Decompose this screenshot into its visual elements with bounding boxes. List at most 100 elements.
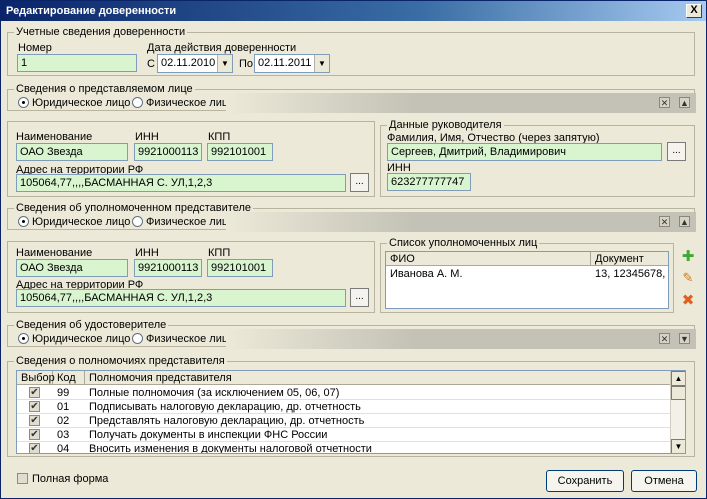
represented-radio-physical[interactable]: Физическое лицо — [132, 97, 234, 110]
power-checkbox[interactable]: ✔ — [29, 415, 40, 426]
auth-inn-input[interactable]: 9921000113 — [134, 259, 202, 277]
table-row[interactable]: ✔ 02 Представлять налоговую декларацию, др… — [17, 414, 670, 428]
persons-section: Список уполномоченных лиц ФИО Документ И… — [380, 237, 674, 313]
to-label: По — [239, 58, 254, 70]
rep-name-input[interactable]: ОАО Звезда — [16, 143, 128, 161]
from-date-value: 02.11.2010 — [161, 57, 216, 69]
represented-legend: Сведения о представляемом лице — [14, 83, 195, 95]
clear-icon[interactable]: ✕ — [659, 216, 670, 227]
powers-scrollbar[interactable]: ▲ ▼ — [670, 371, 685, 453]
represented-details: Наименование ОАО Звезда ИНН 9921000113 К… — [7, 121, 375, 197]
validity-label: Дата действия доверенности — [147, 42, 297, 54]
auth-address-button[interactable]: ... — [350, 288, 369, 307]
add-person-icon[interactable]: ✚ — [680, 249, 696, 265]
power-code: 03 — [57, 429, 70, 441]
certifier-radio-physical[interactable]: Физическое лицо — [132, 333, 234, 346]
from-date-picker[interactable]: 02.11.2010 ▼ — [157, 54, 233, 73]
represented-radio-legal[interactable]: Юридическое лицо — [18, 97, 130, 110]
col-doc[interactable]: Документ — [591, 252, 668, 266]
title-bar: Редактирование доверенности — [1, 1, 706, 21]
rep-name-label: Наименование — [16, 131, 93, 143]
represented-header-strip — [226, 93, 696, 113]
auth-name-input[interactable]: ОАО Звезда — [16, 259, 128, 277]
number-input[interactable]: 1 — [17, 54, 137, 72]
table-row[interactable]: ✔ 01 Подписывать налоговую декларацию, др.… — [17, 400, 670, 414]
auth-address-input[interactable]: 105064,77,,,,БАСМАННАЯ С. УЛ,1,2,3 — [16, 289, 346, 307]
radio-selected-icon — [18, 216, 29, 227]
powers-section: Сведения о полномочиях представителя Выб… — [7, 355, 695, 457]
collapse-up-icon[interactable]: ▲ — [679, 97, 690, 108]
full-form-checkbox[interactable] — [17, 473, 28, 484]
clear-icon[interactable]: ✕ — [659, 97, 670, 108]
number-label: Номер — [18, 42, 52, 54]
auth-kpp-input[interactable]: 992101001 — [207, 259, 273, 277]
col-fio[interactable]: ФИО — [386, 252, 591, 266]
power-checkbox[interactable]: ✔ — [29, 387, 40, 398]
radio-empty-icon — [132, 97, 143, 108]
edit-person-icon[interactable]: ✎ — [680, 270, 696, 286]
persons-legend: Список уполномоченных лиц — [387, 237, 540, 249]
accounting-legend: Учетные сведения доверенности — [14, 26, 188, 38]
delete-person-icon[interactable]: ✖ — [680, 293, 696, 309]
authorized-radio-physical[interactable]: Физическое лицо — [132, 216, 234, 229]
window-title: Редактирование доверенности — [6, 5, 177, 17]
chevron-down-icon[interactable]: ▼ — [217, 55, 232, 72]
col-desc[interactable]: Полномочия представителя — [85, 371, 671, 385]
rep-address-button[interactable]: ... — [350, 173, 369, 192]
rep-address-input[interactable]: 105064,77,,,,БАСМАННАЯ С. УЛ,1,2,3 — [16, 174, 346, 192]
powers-table-header: Выбор Код Полномочия представителя — [17, 371, 685, 385]
close-button[interactable]: X — [686, 4, 702, 18]
powers-table[interactable]: Выбор Код Полномочия представителя ✔ 99 По… — [16, 370, 686, 454]
authorized-header-strip — [226, 212, 696, 232]
col-code[interactable]: Код — [53, 371, 85, 385]
power-code: 04 — [57, 443, 70, 454]
to-date-picker[interactable]: 02.11.2011 ▼ — [254, 54, 330, 73]
authorized-details: Наименование ОАО Звезда ИНН 9921000113 К… — [7, 241, 375, 313]
head-legend: Данные руководителя — [387, 119, 504, 131]
save-button[interactable]: Сохранить — [546, 470, 624, 492]
from-label: С — [147, 58, 155, 70]
accounting-section: Учетные сведения доверенности Номер 1 Да… — [7, 26, 695, 76]
collapse-up-icon[interactable]: ▲ — [679, 216, 690, 227]
rep-inn-label: ИНН — [135, 131, 159, 143]
expand-down-icon[interactable]: ▼ — [679, 333, 690, 344]
cancel-button[interactable]: Отмена — [631, 470, 697, 492]
certifier-radio-legal[interactable]: Юридическое лицо — [18, 333, 130, 346]
persons-list[interactable]: ФИО Документ Иванова А. М. 13, 12345678, — [385, 251, 669, 309]
certifier-header-strip — [226, 329, 696, 349]
to-date-value: 02.11.2011 — [258, 57, 312, 69]
head-fio-button[interactable]: ... — [667, 142, 686, 161]
scroll-down-icon[interactable]: ▼ — [671, 439, 685, 453]
radio-selected-icon — [18, 97, 29, 108]
scroll-thumb[interactable] — [671, 386, 685, 400]
persons-row-fio[interactable]: Иванова А. М. — [386, 267, 591, 281]
power-checkbox[interactable]: ✔ — [29, 429, 40, 440]
power-code: 01 — [57, 401, 70, 413]
power-description: Полные полномочия (за исключением 05, 06… — [89, 387, 340, 399]
table-row[interactable]: ✔ 03 Получать документы в инспекции ФНС Ро… — [17, 428, 670, 442]
power-description: Подписывать налоговую декларацию, др. от… — [89, 401, 361, 413]
table-row[interactable]: ✔ 04 Вносить изменения в документы налогов… — [17, 442, 670, 454]
head-section: Данные руководителя Фамилия, Имя, Отчест… — [380, 119, 695, 197]
table-row[interactable]: ✔ 99 Полные полномочия (за исключением 05,… — [17, 386, 670, 400]
dialog-window: Редактирование доверенности X Учетные св… — [0, 0, 707, 499]
power-code: 99 — [57, 387, 70, 399]
certifier-legend: Сведения об удостоверителе — [14, 319, 169, 331]
scroll-up-icon[interactable]: ▲ — [671, 371, 685, 386]
auth-name-label: Наименование — [16, 247, 93, 259]
col-select[interactable]: Выбор — [17, 371, 55, 385]
radio-selected-icon — [18, 333, 29, 344]
clear-icon[interactable]: ✕ — [659, 333, 670, 344]
head-fio-input[interactable]: Сергеев, Дмитрий, Владимирович — [387, 143, 662, 161]
power-code: 02 — [57, 415, 70, 427]
full-form-label: Полная форма — [32, 473, 109, 485]
power-checkbox[interactable]: ✔ — [29, 401, 40, 412]
head-inn-input[interactable]: 623277777747 — [387, 173, 471, 191]
power-checkbox[interactable]: ✔ — [29, 443, 40, 453]
rep-kpp-input[interactable]: 992101001 — [207, 143, 273, 161]
chevron-down-icon[interactable]: ▼ — [314, 55, 329, 72]
persons-row-doc[interactable]: 13, 12345678, — [591, 267, 668, 281]
rep-inn-input[interactable]: 9921000113 — [134, 143, 202, 161]
authorized-radio-legal[interactable]: Юридическое лицо — [18, 216, 130, 229]
authorized-legend: Сведения об уполномоченном представителе — [14, 202, 253, 214]
